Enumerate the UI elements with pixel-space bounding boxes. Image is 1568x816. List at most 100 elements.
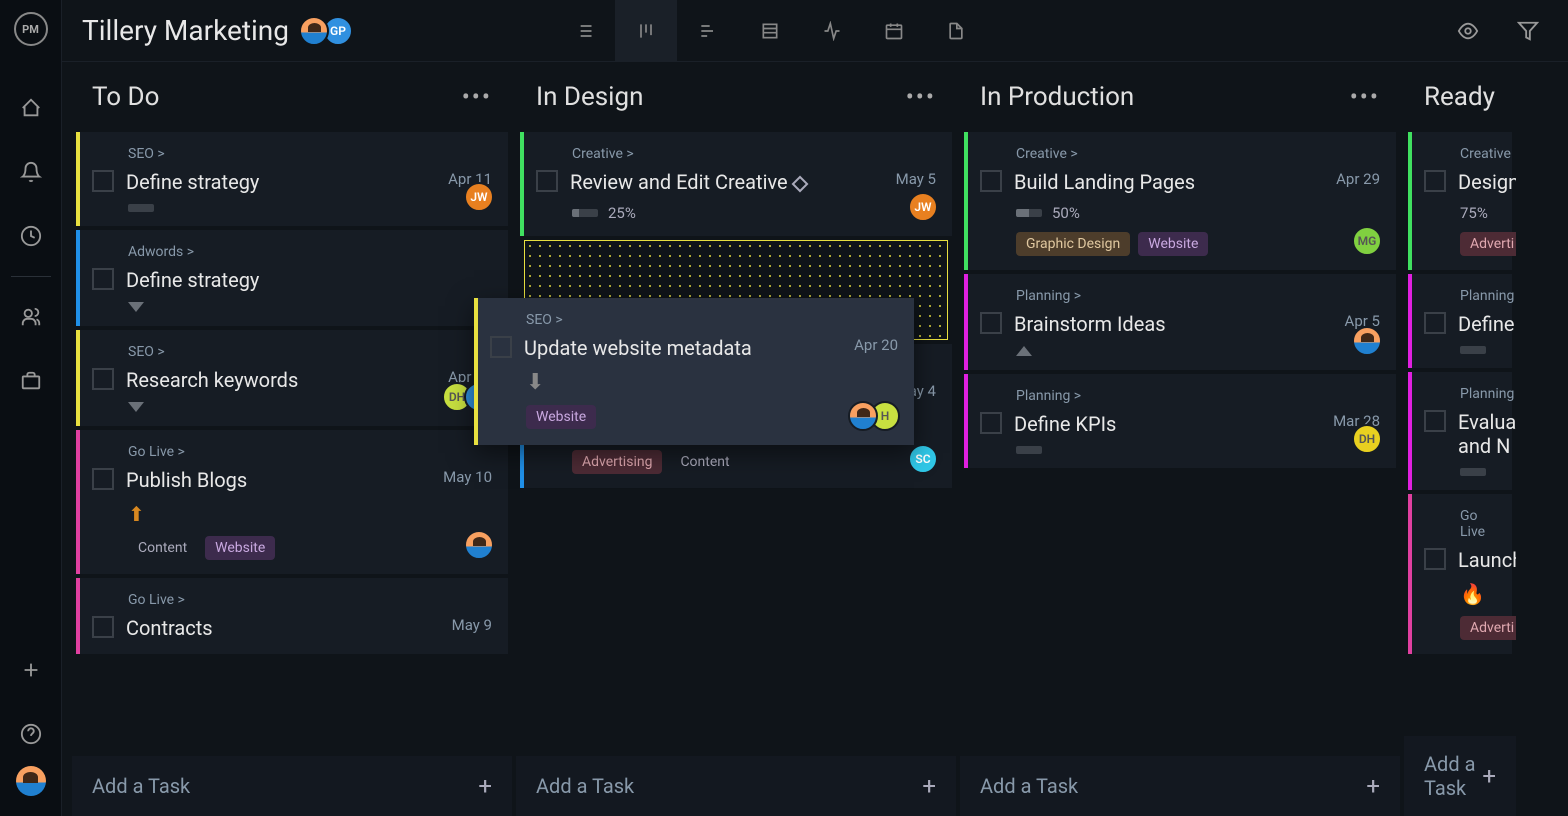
task-card[interactable]: Adwords >Define strategy: [76, 230, 508, 326]
task-card[interactable]: Go Live >Publish BlogsMay 10⬆ContentWebs…: [76, 430, 508, 574]
task-checkbox[interactable]: [1424, 170, 1446, 192]
add-task-button[interactable]: Add a Task+: [1404, 736, 1516, 816]
column-menu-icon[interactable]: •••: [906, 83, 936, 111]
tag[interactable]: Adverti: [1460, 232, 1516, 256]
add-task-button[interactable]: Add a Task+: [960, 756, 1400, 816]
assignee-avatar[interactable]: SC: [908, 444, 938, 474]
calendar-view-icon[interactable]: [863, 0, 925, 62]
recent-icon[interactable]: [11, 216, 51, 256]
task-checkbox[interactable]: [92, 368, 114, 390]
assignee-avatar[interactable]: MG: [1352, 226, 1382, 256]
project-title: Tillery Marketing: [82, 14, 289, 47]
column-menu-icon[interactable]: •••: [1350, 83, 1380, 111]
assignee-avatar[interactable]: [1352, 326, 1382, 356]
dragging-task-card[interactable]: SEO > Update website metadata Apr 20 ⬇ W…: [474, 298, 914, 445]
task-date: Apr 29: [1336, 170, 1380, 188]
tag[interactable]: Content: [670, 450, 739, 474]
card-category: Creative >: [572, 146, 936, 162]
filter-icon[interactable]: [1508, 11, 1548, 51]
task-card[interactable]: Creative >Review and Edit CreativeMay 52…: [520, 132, 952, 236]
expand-icon[interactable]: [128, 302, 144, 312]
task-card[interactable]: PlanningDefine: [1408, 274, 1512, 368]
column-title: To Do: [92, 82, 159, 112]
plus-icon: +: [478, 772, 492, 800]
header: Tillery Marketing GP: [62, 0, 1568, 62]
progress-percent: 50%: [1052, 204, 1080, 222]
priority-low-icon: ⬇: [526, 370, 544, 395]
task-checkbox[interactable]: [980, 170, 1002, 192]
task-checkbox[interactable]: [536, 170, 558, 192]
list-view-icon[interactable]: [553, 0, 615, 62]
kanban-column: ReadyCreativeDesign75%AdvertiPlanningDef…: [1404, 62, 1516, 816]
help-icon[interactable]: [11, 714, 51, 754]
card-category: Adwords >: [128, 244, 492, 260]
member-avatar[interactable]: [299, 16, 329, 46]
assignee-avatar[interactable]: JW: [464, 182, 494, 212]
task-checkbox[interactable]: [92, 268, 114, 290]
tag[interactable]: Website: [205, 536, 275, 560]
task-card[interactable]: Go LiveLaunch🔥Adverti: [1408, 494, 1512, 654]
notifications-icon[interactable]: [11, 152, 51, 192]
activity-view-icon[interactable]: [801, 0, 863, 62]
milestone-icon: [791, 175, 808, 192]
assignee-avatar[interactable]: DH: [1352, 424, 1382, 454]
task-title: Define strategy: [126, 170, 448, 194]
task-title: Evaluate and N: [1458, 410, 1516, 458]
tag[interactable]: Content: [128, 536, 197, 560]
task-checkbox[interactable]: [490, 336, 512, 358]
files-view-icon[interactable]: [925, 0, 987, 62]
collapse-icon[interactable]: [1016, 346, 1032, 356]
projects-icon[interactable]: [11, 361, 51, 401]
app-logo[interactable]: PM: [14, 12, 48, 46]
task-checkbox[interactable]: [980, 412, 1002, 434]
card-category: Creative >: [1016, 146, 1380, 162]
tag[interactable]: Graphic Design: [1016, 232, 1130, 256]
assignee-avatar[interactable]: JW: [908, 192, 938, 222]
expand-icon[interactable]: [128, 402, 144, 412]
tag[interactable]: Adverti: [1460, 616, 1516, 640]
task-title: Contracts: [126, 616, 452, 640]
task-card[interactable]: Planning >Brainstorm IdeasApr 5: [964, 274, 1396, 370]
task-date: May 5: [896, 170, 936, 188]
task-card[interactable]: Go Live >ContractsMay 9: [76, 578, 508, 654]
task-checkbox[interactable]: [1424, 312, 1446, 334]
add-icon[interactable]: [11, 650, 51, 690]
task-card[interactable]: Planning >Define KPIsMar 28DH: [964, 374, 1396, 468]
card-category: SEO >: [128, 146, 492, 162]
assignee-avatar[interactable]: [848, 401, 878, 431]
home-icon[interactable]: [11, 88, 51, 128]
assignee-avatar[interactable]: [464, 530, 494, 560]
visibility-icon[interactable]: [1448, 11, 1488, 51]
gantt-view-icon[interactable]: [677, 0, 739, 62]
tag[interactable]: Advertising: [572, 450, 662, 474]
task-card[interactable]: PlanningEvaluate and N: [1408, 372, 1512, 490]
column-menu-icon[interactable]: •••: [462, 83, 492, 111]
task-checkbox[interactable]: [92, 468, 114, 490]
task-checkbox[interactable]: [92, 616, 114, 638]
user-avatar[interactable]: [16, 766, 46, 796]
task-title: Publish Blogs: [126, 468, 443, 492]
tag-website[interactable]: Website: [526, 405, 596, 429]
progress-percent: 75%: [1460, 204, 1488, 222]
task-card[interactable]: CreativeDesign75%Adverti: [1408, 132, 1512, 270]
project-members[interactable]: GP: [305, 16, 353, 46]
task-card[interactable]: SEO >Define strategyApr 11JW: [76, 132, 508, 226]
task-checkbox[interactable]: [980, 312, 1002, 334]
task-card[interactable]: Creative > Build Landing PagesApr 29 50% Gr…: [964, 132, 1396, 270]
add-task-label: Add a Task: [92, 774, 190, 798]
table-view-icon[interactable]: [739, 0, 801, 62]
nav-divider: [11, 276, 51, 277]
kanban-board: To Do•••SEO >Define strategyApr 11JWAdwo…: [62, 62, 1568, 816]
board-view-icon[interactable]: [615, 0, 677, 62]
team-icon[interactable]: [11, 297, 51, 337]
tag[interactable]: Website: [1138, 232, 1208, 256]
task-card[interactable]: SEO >Research keywordsApr 13DHP: [76, 330, 508, 426]
card-category: Planning >: [1016, 288, 1380, 304]
task-checkbox[interactable]: [1424, 548, 1446, 570]
task-checkbox[interactable]: [92, 170, 114, 192]
add-task-button[interactable]: Add a Task+: [516, 756, 956, 816]
add-task-button[interactable]: Add a Task +: [72, 756, 512, 816]
card-category: Go Live >: [128, 444, 492, 460]
task-title: Build Landing Pages: [1014, 170, 1336, 194]
task-checkbox[interactable]: [1424, 410, 1446, 432]
